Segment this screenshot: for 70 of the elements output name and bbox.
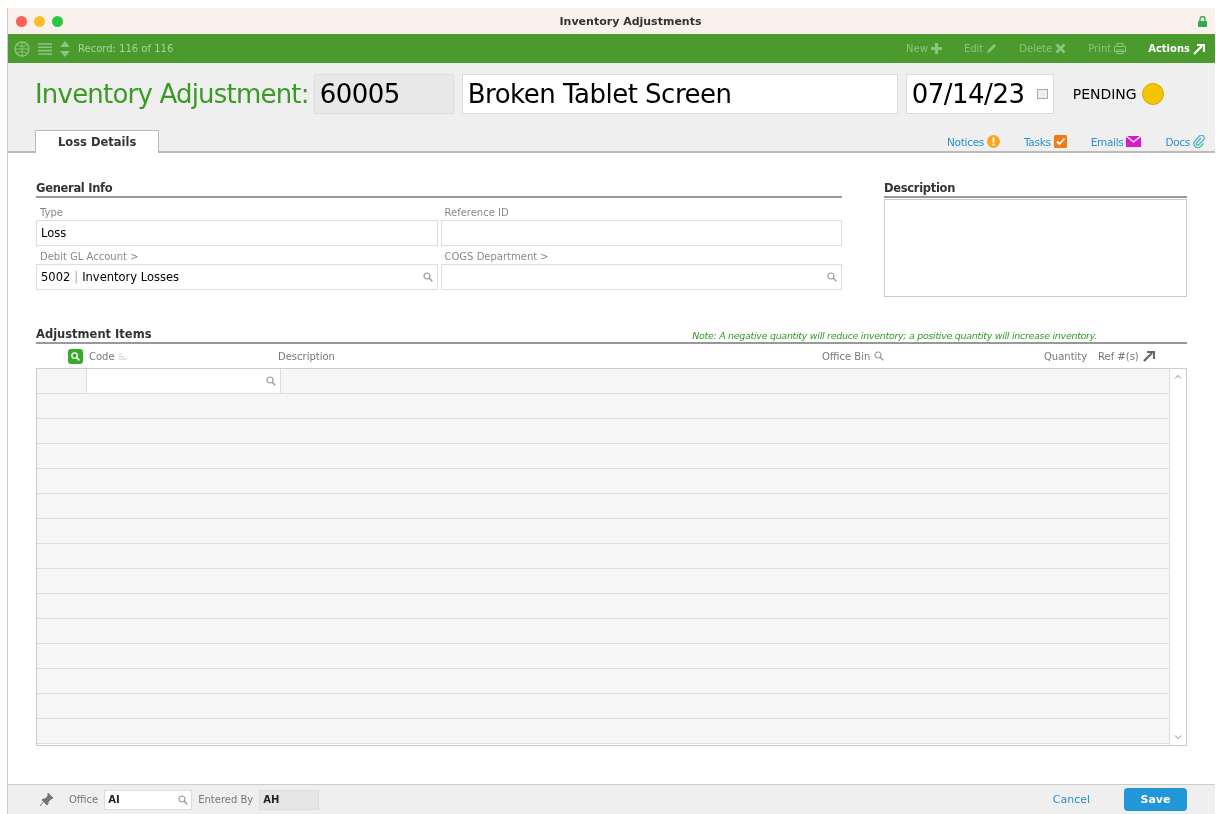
close-icon (1055, 43, 1067, 54)
field-label: Type (39, 206, 64, 220)
column-header: Description (278, 350, 335, 362)
note-text: Note: A negative quantity will reduce inventory; a positive quantity will increase inventory. (692, 330, 1097, 341)
status-label: PENDING (1072, 86, 1137, 102)
office-field[interactable]: AI (104, 789, 193, 810)
description-box[interactable] (884, 199, 1187, 297)
link[interactable]: Notices (947, 135, 1000, 148)
search-icon (266, 376, 276, 386)
code-input[interactable] (87, 369, 281, 393)
input-field[interactable] (440, 264, 842, 290)
close-button[interactable] (16, 15, 27, 27)
warning-icon (987, 135, 1000, 148)
checkbox-icon (1053, 135, 1067, 148)
scroll-up-icon[interactable] (1174, 373, 1182, 381)
search-icon (422, 272, 433, 282)
pin-icon[interactable] (40, 793, 53, 806)
link[interactable]: Docs (1165, 135, 1205, 148)
arrow-icon (1193, 42, 1205, 55)
field-label: COGS Department > (443, 250, 550, 264)
input-field[interactable]: 5002 | Inventory Losses (36, 264, 438, 290)
input-field[interactable]: Loss (36, 220, 438, 246)
save-button[interactable]: Save (1124, 788, 1187, 811)
separator: | (74, 270, 79, 284)
record-counter: Record: 116 of 116 (78, 43, 175, 54)
calendar-icon[interactable] (1036, 89, 1048, 99)
field-value: Inventory Losses (82, 270, 180, 284)
search-icon (827, 272, 837, 282)
input-field[interactable] (440, 220, 842, 246)
field-label: Reference ID (443, 206, 510, 220)
account-code: 5002 (41, 270, 71, 284)
entered-by-field: AH (259, 789, 320, 810)
search-icon (874, 351, 885, 361)
tab[interactable]: Loss Details (35, 130, 160, 153)
link[interactable]: Tasks (1024, 135, 1067, 148)
column-header[interactable]: Code (89, 350, 115, 362)
field-label: Office (69, 794, 99, 805)
plus-icon (930, 43, 942, 54)
field-label: Debit GL Account > (39, 250, 140, 264)
toolbar-button[interactable]: Actions (1144, 42, 1209, 55)
envelope-icon (1126, 136, 1142, 147)
sort-icon[interactable] (118, 352, 128, 360)
section-heading: Description (884, 181, 1187, 198)
paperclip-icon (1193, 135, 1205, 148)
link[interactable]: Emails (1090, 135, 1142, 148)
zoom-button[interactable] (52, 15, 63, 27)
section-heading: General Info (36, 181, 842, 198)
globe-icon[interactable] (14, 40, 30, 57)
field-label: Entered By (198, 794, 254, 805)
search-button[interactable] (68, 348, 83, 364)
up-down-icon[interactable] (60, 40, 70, 57)
cancel-link[interactable]: Cancel (1046, 792, 1096, 807)
pencil-icon (986, 43, 998, 54)
field-value: Loss (41, 226, 67, 240)
record-number-field: 60005 (313, 74, 454, 114)
scroll-down-icon[interactable] (1174, 733, 1182, 741)
date-field[interactable]: 07/14/23 (905, 74, 1054, 114)
menu-icon[interactable] (38, 42, 52, 55)
section-heading: Adjustment Items (36, 327, 152, 341)
column-header: Quantity (1044, 350, 1088, 362)
minimize-button[interactable] (34, 15, 45, 27)
search-icon (178, 794, 189, 805)
column-header: Ref #(s) (1098, 350, 1139, 362)
lock-icon (1198, 15, 1207, 27)
printer-icon (1114, 43, 1127, 54)
name-field[interactable]: Broken Tablet Screen (461, 74, 898, 114)
record-title: Inventory Adjustment: (35, 79, 309, 109)
arrow-icon (1142, 350, 1155, 362)
window-title: Inventory Adjustments (559, 14, 702, 28)
column-header: Office Bin (822, 350, 871, 362)
